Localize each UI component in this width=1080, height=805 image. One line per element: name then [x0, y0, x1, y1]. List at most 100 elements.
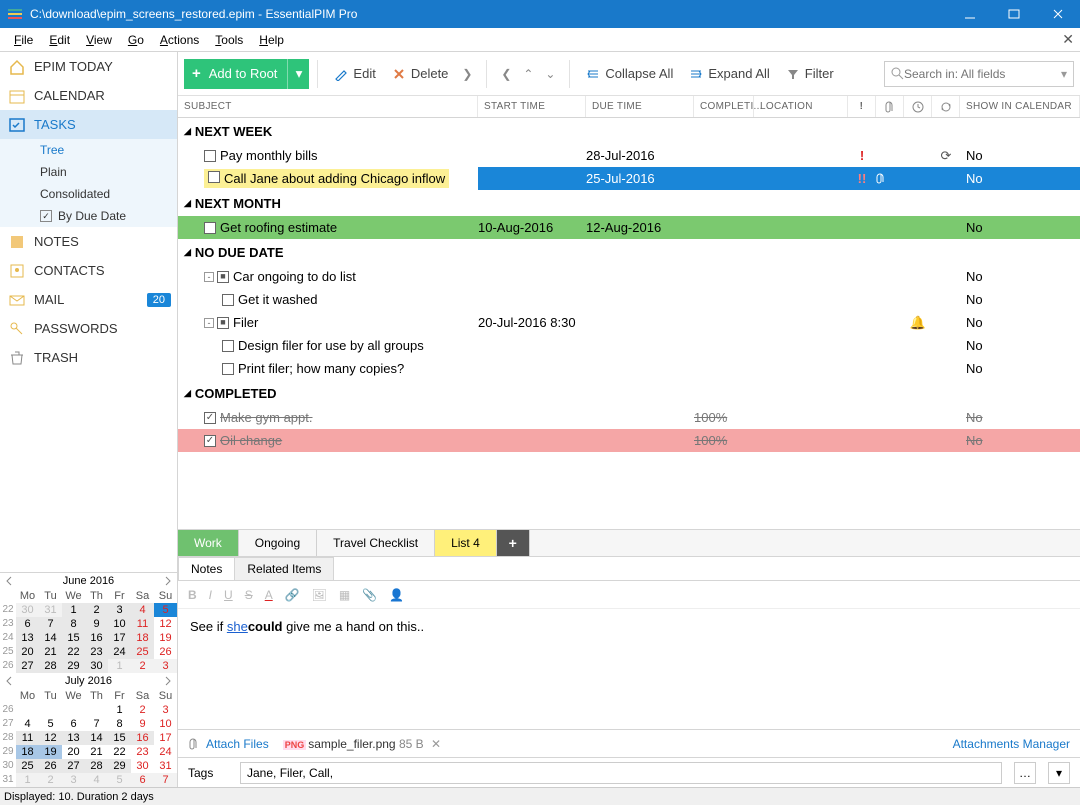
cal-day[interactable]: 7	[39, 617, 62, 631]
cal-day[interactable]: 30	[16, 603, 39, 617]
attach-files-link[interactable]: Attach Files	[206, 737, 269, 751]
delete-button[interactable]: Delete	[384, 59, 457, 89]
table-button[interactable]: ▦	[339, 588, 350, 602]
cal-day[interactable]: 20	[16, 645, 39, 659]
col-priority[interactable]: !	[848, 96, 876, 117]
cal-day[interactable]: 26	[154, 645, 177, 659]
cal-day[interactable]: 17	[154, 731, 177, 745]
cal-day[interactable]: 27	[16, 659, 39, 673]
task-row[interactable]: -Car ongoing to do listNo	[178, 265, 1080, 288]
cal-day[interactable]: 31	[39, 603, 62, 617]
attached-file[interactable]: PNGsample_filer.png 85 B ✕	[283, 737, 441, 751]
cal-day[interactable]: 29	[62, 659, 85, 673]
collapse-all-button[interactable]: Collapse All	[578, 59, 681, 89]
remove-attachment[interactable]: ✕	[431, 737, 441, 751]
tree-toggle[interactable]: -	[204, 272, 214, 282]
cal-day[interactable]: 19	[39, 745, 62, 759]
tags-input[interactable]	[240, 762, 1002, 784]
add-list-tab[interactable]: +	[497, 530, 530, 556]
cal-day[interactable]: 9	[131, 717, 154, 731]
cal-day[interactable]: 10	[154, 717, 177, 731]
tags-dropdown-button[interactable]: ▾	[1048, 762, 1070, 784]
cal-day[interactable]: 3	[154, 703, 177, 717]
strike-button[interactable]: S	[245, 588, 253, 602]
search-box[interactable]: ▾	[884, 61, 1074, 87]
nav-down-icon[interactable]: ⌄	[539, 60, 561, 88]
task-row[interactable]: Print filer; how many copies?No	[178, 357, 1080, 380]
cal-day[interactable]: 5	[108, 773, 131, 787]
cal-day[interactable]: 6	[16, 617, 39, 631]
task-checkbox[interactable]	[208, 171, 220, 183]
task-row[interactable]: Make gym appt.100%No	[178, 406, 1080, 429]
cal-day[interactable]	[16, 703, 39, 717]
cal-day[interactable]: 27	[62, 759, 85, 773]
cal-day[interactable]: 13	[62, 731, 85, 745]
col-completion[interactable]: COMPLETI...	[694, 96, 754, 117]
menu-tools[interactable]: Tools	[207, 31, 251, 49]
cal-day[interactable]: 16	[131, 731, 154, 745]
cal-day[interactable]: 8	[62, 617, 85, 631]
cal-day[interactable]: 6	[62, 717, 85, 731]
task-row[interactable]: Oil change100%No	[178, 429, 1080, 452]
cal-day[interactable]: 2	[85, 603, 108, 617]
cal-day[interactable]: 24	[108, 645, 131, 659]
menu-help[interactable]: Help	[251, 31, 292, 49]
prev-month[interactable]	[4, 576, 14, 586]
menu-go[interactable]: Go	[120, 31, 152, 49]
col-start[interactable]: START TIME	[478, 96, 586, 117]
task-checkbox[interactable]	[204, 150, 216, 162]
list-tab-travel-checklist[interactable]: Travel Checklist	[317, 530, 435, 556]
task-row[interactable]: Get it washedNo	[178, 288, 1080, 311]
task-row[interactable]: -Filer20-Jul-2016 8:30🔔No	[178, 311, 1080, 334]
cal-day[interactable]: 10	[108, 617, 131, 631]
nav-mail[interactable]: MAIL20	[0, 285, 177, 314]
cal-day[interactable]: 11	[16, 731, 39, 745]
cal-day[interactable]: 1	[108, 703, 131, 717]
task-row[interactable]: Design filer for use by all groupsNo	[178, 334, 1080, 357]
col-subject[interactable]: SUBJECT	[178, 96, 478, 117]
cal-day[interactable]: 12	[39, 731, 62, 745]
nav-tasks[interactable]: TASKS	[0, 110, 177, 139]
next-month[interactable]	[163, 576, 173, 586]
menu-actions[interactable]: Actions	[152, 31, 207, 49]
cal-day[interactable]: 8	[108, 717, 131, 731]
menu-view[interactable]: View	[78, 31, 120, 49]
note-link[interactable]: she	[227, 619, 248, 634]
cal-day[interactable]: 4	[131, 603, 154, 617]
cal-day[interactable]: 6	[131, 773, 154, 787]
cal-day[interactable]	[62, 703, 85, 717]
col-attachment[interactable]	[876, 96, 904, 117]
cal-day[interactable]: 1	[108, 659, 131, 673]
cal-day[interactable]: 3	[108, 603, 131, 617]
task-group[interactable]: ◢NEXT WEEK	[178, 118, 1080, 144]
task-row[interactable]: Pay monthly bills28-Jul-2016!⟳No	[178, 144, 1080, 167]
cal-day[interactable]: 4	[16, 717, 39, 731]
filter-button[interactable]: Filter	[778, 59, 842, 89]
add-dropdown[interactable]: ▾	[287, 59, 309, 89]
note-editor[interactable]: See if shecould give me a hand on this..	[178, 609, 1080, 729]
task-checkbox[interactable]	[204, 222, 216, 234]
cal-day[interactable]: 14	[39, 631, 62, 645]
task-checkbox[interactable]	[204, 412, 216, 424]
cal-day[interactable]: 9	[85, 617, 108, 631]
search-input[interactable]	[904, 67, 1061, 81]
col-show[interactable]: SHOW IN CALENDAR	[960, 96, 1080, 117]
emoji-button[interactable]: 👤	[389, 588, 404, 602]
cal-day[interactable]: 29	[108, 759, 131, 773]
task-view-by-due-date[interactable]: By Due Date	[18, 205, 177, 227]
cal-day[interactable]: 18	[16, 745, 39, 759]
tab-related[interactable]: Related Items	[234, 557, 334, 581]
task-group[interactable]: ◢COMPLETED	[178, 380, 1080, 406]
cal-day[interactable]: 3	[154, 659, 177, 673]
document-close-button[interactable]: ✕	[1062, 31, 1074, 48]
image-button[interactable]: 🖼	[312, 588, 327, 602]
cal-day[interactable]: 2	[131, 703, 154, 717]
cal-day[interactable]: 25	[131, 645, 154, 659]
checkbox[interactable]	[40, 210, 52, 222]
cal-day[interactable]: 3	[62, 773, 85, 787]
attachments-manager-link[interactable]: Attachments Manager	[953, 737, 1070, 751]
expand-all-button[interactable]: Expand All	[681, 59, 777, 89]
cal-day[interactable]: 31	[154, 759, 177, 773]
cal-day[interactable]: 26	[39, 759, 62, 773]
col-repeat[interactable]	[932, 96, 960, 117]
